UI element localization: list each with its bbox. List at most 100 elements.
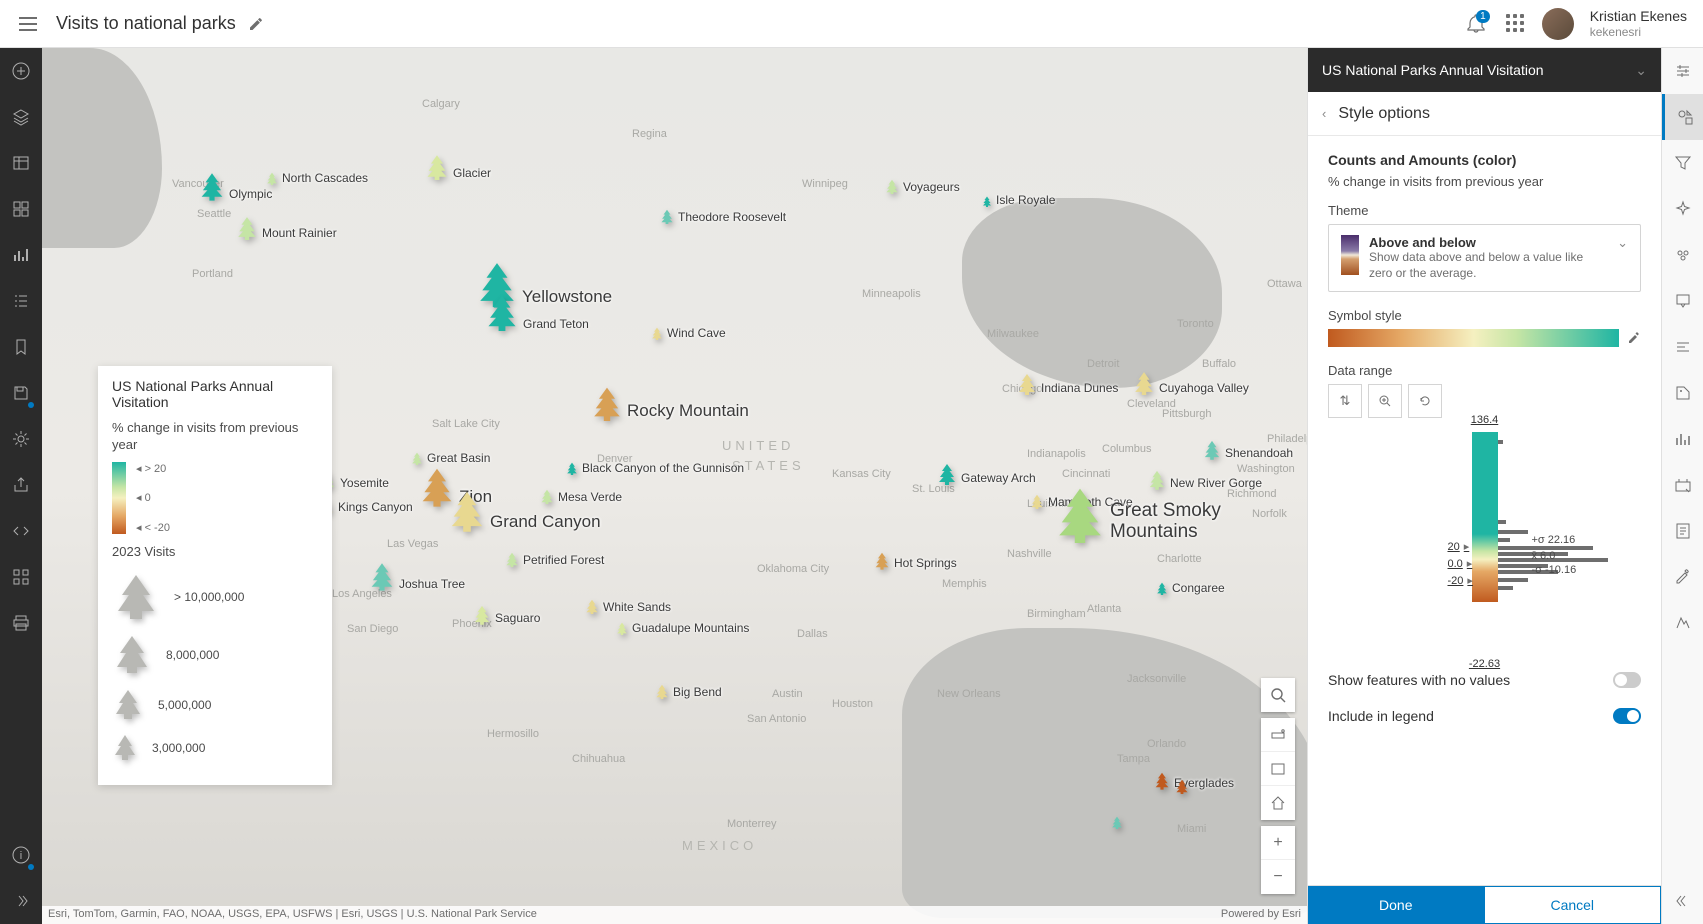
cluster-button[interactable] [1662,232,1703,278]
park-marker[interactable]: Wind Cave [651,326,726,340]
fullscreen-button[interactable] [1261,752,1295,786]
park-marker[interactable]: Rocky Mountain [591,386,749,421]
zoom-out-button[interactable]: − [1261,860,1295,894]
filter-button[interactable] [1662,140,1703,186]
done-button[interactable]: Done [1308,886,1484,924]
fields-button[interactable] [1662,324,1703,370]
city-label: Monterrey [727,818,777,830]
park-marker[interactable]: Gateway Arch [937,463,1036,485]
left-rail: i [0,48,42,924]
park-marker[interactable]: Hot Springs [874,552,957,570]
labels-button[interactable] [1662,370,1703,416]
park-marker[interactable]: Cuyahoga Valley [1133,371,1249,395]
save-button[interactable] [0,370,42,416]
add-button[interactable] [0,48,42,94]
park-marker[interactable]: Kings Canyon [320,499,413,514]
include-legend-toggle[interactable] [1613,708,1641,724]
time-button[interactable] [1662,462,1703,508]
park-marker[interactable]: Glacier [425,154,491,180]
map-canvas[interactable]: CalgaryReginaWinnipegVancouverSeattlePor… [42,48,1307,924]
symbol-ramp[interactable] [1328,329,1619,347]
park-marker[interactable]: Great SmokyMountains [1054,486,1221,543]
basemap-button[interactable] [0,186,42,232]
user-info[interactable]: Kristian Ekenes kekenesri [1590,8,1687,39]
park-marker[interactable]: Guadalupe Mountains [616,621,749,635]
legend-button[interactable] [0,278,42,324]
handle-mid[interactable]: 0.0 [1448,557,1473,570]
style-panel: US National Parks Annual Visitation ⌄ ‹ … [1307,48,1661,924]
city-label: Las Vegas [387,538,438,550]
charts-button[interactable] [0,232,42,278]
help-button[interactable]: i [0,832,42,878]
park-marker[interactable]: Shenandoah [1203,440,1293,460]
measure-button[interactable] [1261,718,1295,752]
notifications-button[interactable]: 1 [1462,10,1490,38]
properties-button[interactable] [1662,48,1703,94]
park-marker[interactable]: Mount Rainier [236,216,337,240]
search-button[interactable] [1261,678,1295,712]
cancel-button[interactable]: Cancel [1484,886,1662,924]
back-button[interactable]: ‹ [1322,106,1326,121]
settings-button[interactable] [0,416,42,462]
zoom-in-button[interactable]: + [1261,826,1295,860]
park-marker[interactable]: Isle Royale [982,193,1055,207]
tables-button[interactable] [0,140,42,186]
reset-button[interactable] [1408,384,1442,418]
park-marker[interactable]: New River Gorge [1148,470,1262,490]
share-button[interactable] [0,462,42,508]
park-marker[interactable]: Olympic [199,172,272,201]
park-marker[interactable]: Congaree [1156,581,1225,595]
city-label: Seattle [197,208,231,220]
park-marker[interactable]: Theodore Roosevelt [660,209,786,224]
park-label: Voyageurs [903,180,960,194]
collapse-right-button[interactable] [1662,878,1703,924]
user-avatar[interactable] [1542,8,1574,40]
edit-symbol-button[interactable] [1627,331,1641,345]
app-launcher-button[interactable] [1506,14,1526,34]
bookmarks-button[interactable] [0,324,42,370]
forms-button[interactable] [1662,508,1703,554]
popup-button[interactable] [1662,278,1703,324]
park-marker[interactable]: Black Canyon of the Gunnison [566,461,744,475]
park-marker[interactable] [1111,816,1123,829]
park-marker[interactable]: Grand Teton [485,294,589,331]
theme-selector[interactable]: Above and below Show data above and belo… [1328,224,1641,292]
histo-ramp-icon: 20 0.0 -20 +σ 22.16 x̄ 6.0 -σ -10.16 [1472,432,1498,602]
styles-button[interactable] [1662,94,1703,140]
home-button[interactable] [1261,786,1295,820]
histogram[interactable]: 136.4 20 0.0 -20 +σ 22.16 [1328,432,1641,652]
park-marker[interactable]: Indiana Dunes [1017,373,1118,395]
park-marker[interactable]: Petrified Forest [505,552,604,567]
park-marker[interactable]: North Cascades [266,171,368,185]
apps-button[interactable] [0,554,42,600]
panel-title: Style options [1338,105,1430,123]
collapse-button[interactable] [0,878,42,924]
park-marker[interactable]: Saguaro [473,605,540,625]
city-label: Milwaukee [987,328,1039,340]
flip-button[interactable]: ⇅ [1328,384,1362,418]
menu-button[interactable] [8,4,48,44]
print-button[interactable] [0,600,42,646]
park-marker[interactable]: Joshua Tree [369,562,465,591]
embed-button[interactable] [0,508,42,554]
park-marker[interactable]: Voyageurs [885,179,960,194]
park-marker[interactable]: White Sands [585,599,671,614]
park-marker[interactable]: Everglades [1154,772,1234,790]
edit-title-button[interactable] [248,16,264,32]
edit-button[interactable] [1662,554,1703,600]
chart-config-button[interactable] [1662,416,1703,462]
layer-selector[interactable]: US National Parks Annual Visitation ⌄ [1308,48,1661,92]
handle-low[interactable]: -20 [1448,574,1473,587]
park-label: Grand Teton [523,317,589,331]
park-marker[interactable] [1175,779,1189,794]
ramp-labels: ◂ > 20 ◂ 0 ◂ < -20 [136,462,170,534]
park-marker[interactable]: Big Bend [655,684,722,699]
park-marker[interactable]: Great Basin [411,451,490,465]
park-marker[interactable]: Mesa Verde [540,489,622,504]
action-button[interactable] [1662,600,1703,646]
zoom-range-button[interactable] [1368,384,1402,418]
handle-high[interactable]: 20 [1448,540,1470,553]
layers-button[interactable] [0,94,42,140]
show-novalue-toggle[interactable] [1613,672,1641,688]
effects-button[interactable] [1662,186,1703,232]
